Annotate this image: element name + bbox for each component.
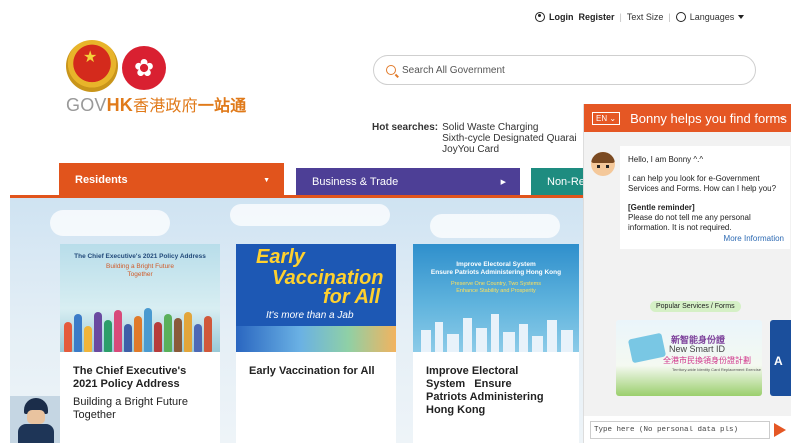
tab-residents[interactable]: Residents ▼ xyxy=(59,163,284,197)
card-title: Early Vaccination for All xyxy=(249,365,375,377)
collapse-chevron-icon[interactable]: ⌄ xyxy=(778,110,787,123)
greeting-text: Hello, I am Bonny ^.^ xyxy=(628,155,704,164)
top-utility-bar: Login Register | Text Size | Languages xyxy=(535,12,745,22)
tab-underline xyxy=(10,195,591,198)
card-subtitle: Building a Bright Future Together xyxy=(73,396,188,421)
tab-label: Business & Trade xyxy=(312,176,399,188)
languages-dropdown[interactable]: Languages xyxy=(690,12,735,22)
divider: | xyxy=(619,12,622,22)
send-icon[interactable] xyxy=(774,422,786,437)
service-card-new-smart-id[interactable]: 新智能身份證 New Smart ID 全港市民換領身份證計劃 Territor… xyxy=(616,320,762,396)
feature-card-policy-address[interactable]: The Chief Executive's 2021 Policy Addres… xyxy=(60,244,220,443)
text-size-link[interactable]: Text Size xyxy=(627,12,664,22)
govhk-homepage: Login Register | Text Size | Languages ★… xyxy=(0,0,791,443)
chat-input-bar xyxy=(584,416,791,443)
chat-input[interactable] xyxy=(590,420,770,439)
hot-search-link[interactable]: Solid Waste Charging xyxy=(442,122,577,133)
electoral-system-image: Improve Electoral System Ensure Patriots … xyxy=(413,244,579,352)
chat-messages: Hello, I am Bonny ^.^ I can help you loo… xyxy=(584,132,791,416)
user-icon xyxy=(535,12,545,22)
card-title: The Chief Executive's 2021 Policy Address xyxy=(73,365,187,390)
honour-guard-photo xyxy=(10,396,60,443)
caret-down-icon[interactable] xyxy=(738,15,745,19)
hot-searches-label: Hot searches: xyxy=(372,122,439,133)
intro-text: I can help you look for e-Government Ser… xyxy=(628,174,777,193)
tab-label: Residents xyxy=(75,174,128,186)
chatbot-title: Bonny helps you find forms xyxy=(630,110,787,126)
hot-search-link[interactable]: Sixth-cycle Designated Quarai xyxy=(442,133,577,144)
search-box[interactable] xyxy=(373,55,756,85)
chat-language-button[interactable]: EN ⌄ xyxy=(592,111,621,125)
reminder-title: [Gentle reminder] xyxy=(628,203,695,212)
divider: | xyxy=(668,12,671,22)
chevron-right-icon: ▶ xyxy=(500,179,506,186)
service-card-next[interactable]: A xyxy=(770,320,791,396)
bonny-avatar xyxy=(591,152,615,176)
national-emblem-icon: ★ xyxy=(66,40,118,92)
feature-card-electoral-system[interactable]: Improve Electoral System Ensure Patriots … xyxy=(413,244,579,443)
search-input[interactable] xyxy=(402,64,722,76)
reminder-text: Please do not tell me any personal infor… xyxy=(628,213,751,232)
vaccination-image: Early Vaccination for All It's more than… xyxy=(236,244,396,352)
chatbot-header: EN ⌄ Bonny helps you find forms ⌄ xyxy=(584,104,791,132)
tab-label: Non-Re xyxy=(547,176,585,188)
register-link[interactable]: Register xyxy=(579,12,615,22)
tab-business-trade[interactable]: Business & Trade ▶ xyxy=(296,168,520,196)
hot-search-link[interactable]: JoyYou Card xyxy=(442,144,577,155)
id-card-icon xyxy=(627,332,667,364)
hot-searches: Hot searches: Solid Waste Charging Sixth… xyxy=(372,122,577,155)
tab-non-residents[interactable]: Non-Re xyxy=(531,168,591,196)
feature-card-vaccination[interactable]: Early Vaccination for All It's more than… xyxy=(236,244,396,443)
skyline-illustration xyxy=(413,312,579,352)
card-title: Improve Electoral System Ensure Patriots… xyxy=(426,365,544,416)
logo-wordmark: GOVHK香港政府一站通 xyxy=(66,95,247,115)
more-information-link[interactable]: More Information xyxy=(628,234,784,244)
hk-regional-emblem-icon: ✿ xyxy=(122,46,166,90)
crowd-illustration xyxy=(60,300,220,352)
policy-address-image: The Chief Executive's 2021 Policy Addres… xyxy=(60,244,220,352)
chevron-down-icon: ▼ xyxy=(263,176,270,184)
globe-icon xyxy=(675,12,686,22)
search-icon[interactable] xyxy=(386,65,396,75)
popular-services-label: Popular Services / Forms xyxy=(650,301,741,312)
chatbot-panel: EN ⌄ Bonny helps you find forms ⌄ Hello,… xyxy=(583,104,791,443)
bot-message-bubble: Hello, I am Bonny ^.^ I can help you loo… xyxy=(620,146,790,249)
login-link[interactable]: Login xyxy=(549,12,574,22)
